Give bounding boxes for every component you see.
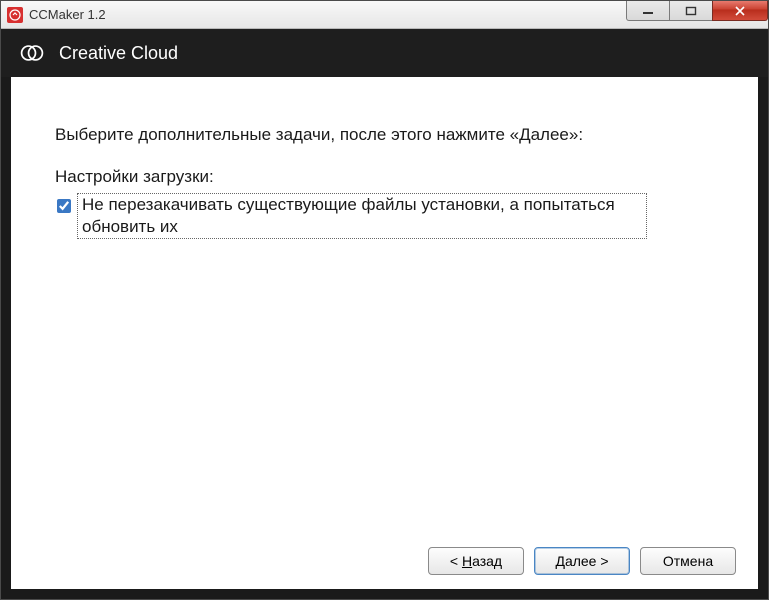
creative-cloud-icon	[19, 40, 45, 66]
close-button[interactable]	[712, 1, 768, 21]
next-button[interactable]: Далее >	[534, 547, 630, 575]
back-button[interactable]: < Назад	[428, 547, 524, 575]
section-label: Настройки загрузки:	[55, 167, 714, 187]
content-area: Выберите дополнительные задачи, после эт…	[1, 77, 768, 599]
update-files-checkbox[interactable]	[57, 199, 71, 213]
cancel-button[interactable]: Отмена	[640, 547, 736, 575]
title-bar[interactable]: CCMaker 1.2	[1, 1, 768, 29]
checkbox-row[interactable]: Не перезакачивать существующие файлы уст…	[57, 193, 714, 239]
banner: Creative Cloud	[1, 29, 768, 77]
banner-title: Creative Cloud	[59, 43, 178, 64]
window-controls	[627, 1, 768, 28]
button-row: < Назад Далее > Отмена	[428, 547, 736, 575]
minimize-button[interactable]	[626, 1, 670, 21]
app-icon	[7, 7, 23, 23]
window: CCMaker 1.2 Creative Cloud Выберите допо…	[0, 0, 769, 600]
instruction-text: Выберите дополнительные задачи, после эт…	[55, 125, 714, 145]
window-title: CCMaker 1.2	[29, 7, 627, 22]
checkbox-label: Не перезакачивать существующие файлы уст…	[77, 193, 647, 239]
maximize-button[interactable]	[669, 1, 713, 21]
